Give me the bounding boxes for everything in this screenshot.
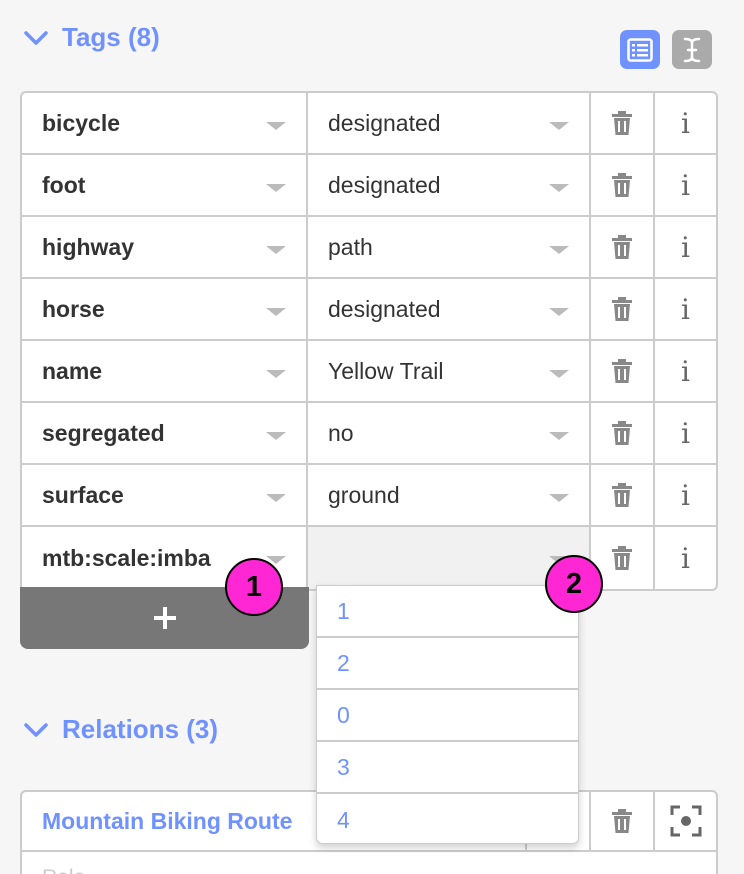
delete-tag-button[interactable]	[591, 217, 655, 277]
remove-relation-button[interactable]	[591, 792, 655, 850]
marker-2: 2	[545, 555, 603, 613]
tag-info-button[interactable]: i	[655, 341, 716, 401]
tag-row: foot designated i	[22, 155, 716, 217]
dropdown-option[interactable]: 1	[317, 586, 578, 638]
info-icon: i	[681, 292, 690, 326]
tag-key-field[interactable]: name	[22, 341, 308, 401]
tags-section-title: Tags (8)	[62, 22, 160, 52]
tag-info-button[interactable]: i	[655, 403, 716, 463]
text-view-button[interactable]	[672, 30, 712, 69]
dropdown-caret-icon	[549, 370, 569, 378]
tag-value-field[interactable]: no	[308, 403, 591, 463]
info-icon: i	[681, 541, 690, 575]
tag-key-field[interactable]: bicycle	[22, 93, 308, 153]
dropdown-option[interactable]: 3	[317, 742, 578, 794]
dropdown-caret-icon	[266, 494, 286, 502]
dropdown-caret-icon	[549, 122, 569, 130]
delete-tag-button[interactable]	[591, 403, 655, 463]
value-combobox-dropdown: 1 2 0 3 4	[316, 585, 579, 844]
dropdown-option[interactable]: 2	[317, 638, 578, 690]
chevron-down-icon	[24, 722, 48, 737]
text-view-icon	[683, 37, 701, 62]
tag-key-field[interactable]: horse	[22, 279, 308, 339]
dropdown-option[interactable]: 0	[317, 690, 578, 742]
dropdown-option[interactable]: 4	[317, 794, 578, 843]
zoom-to-relation-button[interactable]	[655, 792, 716, 850]
dropdown-caret-icon	[266, 432, 286, 440]
tag-value-field[interactable]: path	[308, 217, 591, 277]
delete-tag-button[interactable]	[591, 93, 655, 153]
trash-icon	[612, 421, 632, 445]
delete-tag-button[interactable]	[591, 341, 655, 401]
dropdown-caret-icon	[266, 370, 286, 378]
tag-key-field[interactable]: surface	[22, 465, 308, 525]
trash-icon	[612, 483, 632, 507]
relations-section-title: Relations (3)	[62, 714, 219, 744]
info-icon: i	[681, 478, 690, 512]
dropdown-caret-icon	[549, 184, 569, 192]
relation-role-input[interactable]: Role	[22, 852, 716, 874]
trash-icon	[612, 546, 632, 570]
tag-editor-table: bicycle designated i foot designated i h…	[20, 91, 718, 591]
dropdown-caret-icon	[549, 308, 569, 316]
tag-info-button[interactable]: i	[655, 465, 716, 525]
info-icon: i	[681, 354, 690, 388]
tag-view-toggles	[620, 30, 712, 69]
trash-icon	[612, 235, 632, 259]
tag-key-field[interactable]: foot	[22, 155, 308, 215]
tag-info-button[interactable]: i	[655, 217, 716, 277]
tag-row: mtb:scale:imba i	[22, 527, 716, 589]
tag-key-field[interactable]: segregated	[22, 403, 308, 463]
tag-value-field[interactable]: designated	[308, 279, 591, 339]
dropdown-caret-icon	[266, 308, 286, 316]
tag-value-field[interactable]: Yellow Trail	[308, 341, 591, 401]
dropdown-caret-icon	[266, 246, 286, 254]
zoom-to-icon	[670, 805, 701, 837]
list-view-icon	[627, 37, 653, 62]
info-icon: i	[681, 230, 690, 264]
trash-icon	[612, 809, 632, 833]
marker-1: 1	[225, 558, 283, 616]
delete-tag-button[interactable]	[591, 155, 655, 215]
plus-icon	[153, 607, 176, 629]
tag-row: horse designated i	[22, 279, 716, 341]
info-icon: i	[681, 106, 690, 140]
dropdown-caret-icon	[266, 184, 286, 192]
delete-tag-button[interactable]	[591, 465, 655, 525]
tag-info-button[interactable]: i	[655, 527, 716, 589]
tag-row: highway path i	[22, 217, 716, 279]
delete-tag-button[interactable]	[591, 279, 655, 339]
tag-value-field[interactable]: ground	[308, 465, 591, 525]
tag-info-button[interactable]: i	[655, 279, 716, 339]
dropdown-caret-icon	[549, 432, 569, 440]
trash-icon	[612, 297, 632, 321]
dropdown-caret-icon	[266, 122, 286, 130]
trash-icon	[612, 173, 632, 197]
trash-icon	[612, 359, 632, 383]
tags-section-toggle[interactable]: Tags (8)	[22, 22, 160, 53]
trash-icon	[612, 111, 632, 135]
tag-row: name Yellow Trail i	[22, 341, 716, 403]
tag-row: segregated no i	[22, 403, 716, 465]
info-icon: i	[681, 416, 690, 450]
tag-value-field[interactable]: designated	[308, 93, 591, 153]
tag-info-button[interactable]: i	[655, 93, 716, 153]
chevron-down-icon	[24, 30, 48, 45]
tag-info-button[interactable]: i	[655, 155, 716, 215]
tag-row: surface ground i	[22, 465, 716, 527]
tag-row: bicycle designated i	[22, 93, 716, 155]
info-icon: i	[681, 168, 690, 202]
list-view-button[interactable]	[620, 30, 660, 69]
relations-section-toggle[interactable]: Relations (3)	[22, 714, 218, 745]
dropdown-caret-icon	[549, 246, 569, 254]
tag-key-field[interactable]: highway	[22, 217, 308, 277]
tag-value-field[interactable]: designated	[308, 155, 591, 215]
dropdown-caret-icon	[549, 494, 569, 502]
